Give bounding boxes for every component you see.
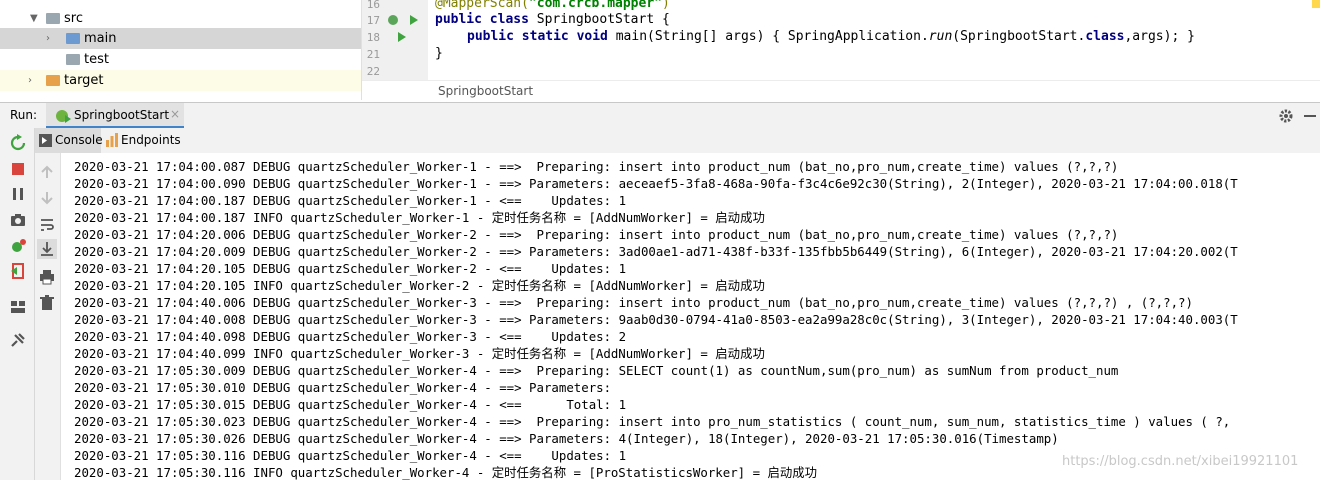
pin-icon[interactable] — [9, 331, 27, 349]
folder-icon — [66, 54, 80, 65]
code-line-16: @MapperScan("com.crcb.mapper") — [435, 0, 670, 11]
endpoints-icon — [106, 133, 118, 147]
run-label: Run: — [10, 108, 38, 122]
scroll-to-end-icon[interactable] — [37, 239, 57, 259]
tree-item-test[interactable]: test — [0, 49, 361, 70]
console-line: 2020-03-21 17:04:20.006 DEBUG quartzSche… — [74, 227, 1119, 242]
trash-icon[interactable] — [39, 295, 55, 311]
tree-item-label: src — [64, 11, 83, 26]
line-number: 22 — [366, 65, 380, 78]
breadcrumb[interactable]: SpringbootStart — [438, 84, 533, 98]
tree-item-main[interactable]: › main — [0, 28, 361, 49]
console-line: 2020-03-21 17:04:00.187 DEBUG quartzSche… — [74, 193, 627, 208]
soft-wrap-icon[interactable] — [39, 217, 55, 233]
tree-item-src[interactable]: ▼ src — [0, 8, 361, 29]
line-number: 21 — [366, 48, 380, 61]
console-output[interactable]: 2020-03-21 17:04:00.087 DEBUG quartzSche… — [61, 153, 1320, 480]
run-tab-label: SpringbootStart — [74, 108, 170, 122]
console-line: 2020-03-21 17:05:30.010 DEBUG quartzSche… — [74, 380, 612, 395]
run-tab-springbootstart[interactable]: SpringbootStart × — [46, 103, 184, 129]
project-tree: ▼ src › main test › target — [0, 0, 362, 100]
console-line: 2020-03-21 17:04:00.090 DEBUG quartzSche… — [74, 176, 1238, 191]
console-line: 2020-03-21 17:04:20.105 INFO quartzSched… — [74, 278, 765, 293]
close-icon[interactable]: × — [170, 107, 180, 121]
exit-icon[interactable] — [9, 262, 27, 280]
stop-icon[interactable] — [9, 160, 27, 178]
rerun-icon[interactable] — [9, 134, 27, 152]
console-line: 2020-03-21 17:04:40.008 DEBUG quartzSche… — [74, 312, 1238, 327]
console-line: 2020-03-21 17:05:30.116 DEBUG quartzSche… — [74, 448, 627, 463]
console-line: 2020-03-21 17:04:40.099 INFO quartzSched… — [74, 346, 765, 361]
console-line: 2020-03-21 17:04:20.105 DEBUG quartzSche… — [74, 261, 627, 276]
watermark: https://blog.csdn.net/xibei19921101 — [1062, 454, 1299, 469]
run-gutter-icon[interactable] — [386, 13, 420, 27]
folder-icon — [46, 13, 60, 24]
run-panel-header: Run: SpringbootStart × — [0, 102, 1320, 130]
tab-console[interactable]: Console — [35, 128, 103, 153]
tree-item-label: target — [64, 73, 104, 88]
arrow-up-icon[interactable] — [40, 165, 54, 179]
minimize-icon[interactable] — [1304, 114, 1316, 118]
console-line: 2020-03-21 17:05:30.015 DEBUG quartzSche… — [74, 397, 627, 412]
camera-icon[interactable] — [9, 211, 27, 229]
scroll-marker — [1312, 0, 1320, 8]
print-icon[interactable] — [39, 269, 55, 285]
line-number: 18 — [366, 31, 380, 44]
run-toolbar — [0, 128, 35, 480]
code-editor[interactable]: 16 17 18 21 22 @MapperScan("com.crcb.map… — [362, 0, 1320, 102]
debug-bug-icon[interactable] — [9, 237, 27, 255]
chevron-right-icon[interactable]: › — [46, 28, 50, 49]
tab-endpoints[interactable]: Endpoints — [103, 128, 213, 153]
console-tabs: Console Endpoints — [35, 128, 1320, 154]
chevron-down-icon[interactable]: ▼ — [30, 8, 38, 29]
code-line-18: public static void main(String[] args) {… — [467, 29, 1195, 44]
console-line: 2020-03-21 17:04:00.087 DEBUG quartzSche… — [74, 159, 1119, 174]
console-line: 2020-03-21 17:05:30.023 DEBUG quartzSche… — [74, 414, 1231, 429]
console-toolbar — [35, 153, 61, 480]
console-line: 2020-03-21 17:04:20.009 DEBUG quartzSche… — [74, 244, 1238, 259]
arrow-down-icon[interactable] — [40, 191, 54, 205]
console-line: 2020-03-21 17:04:40.098 DEBUG quartzSche… — [74, 329, 627, 344]
console-line: 2020-03-21 17:04:00.187 INFO quartzSched… — [74, 210, 765, 225]
tree-item-label: main — [84, 31, 117, 46]
console-line: 2020-03-21 17:05:30.116 INFO quartzSched… — [74, 465, 818, 480]
breadcrumb-bar: SpringbootStart — [362, 80, 1320, 102]
tree-item-target[interactable]: › target — [0, 70, 361, 91]
line-number: 16 — [366, 0, 380, 11]
console-icon — [39, 134, 52, 147]
line-number: 17 — [366, 14, 380, 27]
tab-label: Console — [55, 133, 103, 147]
spring-boot-icon — [56, 110, 71, 123]
console-line: 2020-03-21 17:04:40.006 DEBUG quartzSche… — [74, 295, 1193, 310]
editor-gutter: 16 17 18 21 22 — [362, 0, 428, 80]
gear-icon[interactable] — [1278, 108, 1294, 124]
source-folder-icon — [66, 33, 80, 44]
tab-label: Endpoints — [121, 133, 181, 147]
pause-icon[interactable] — [9, 185, 27, 203]
code-line-17: public class SpringbootStart { — [435, 12, 670, 27]
tree-item-label: test — [84, 52, 109, 67]
console-line: 2020-03-21 17:05:30.009 DEBUG quartzSche… — [74, 363, 1119, 378]
chevron-right-icon[interactable]: › — [28, 70, 32, 91]
code-line-21: } — [435, 46, 443, 61]
layout-icon[interactable] — [9, 298, 27, 316]
excluded-folder-icon — [46, 75, 60, 86]
run-method-icon[interactable] — [396, 31, 408, 43]
console-line: 2020-03-21 17:05:30.026 DEBUG quartzSche… — [74, 431, 1059, 446]
